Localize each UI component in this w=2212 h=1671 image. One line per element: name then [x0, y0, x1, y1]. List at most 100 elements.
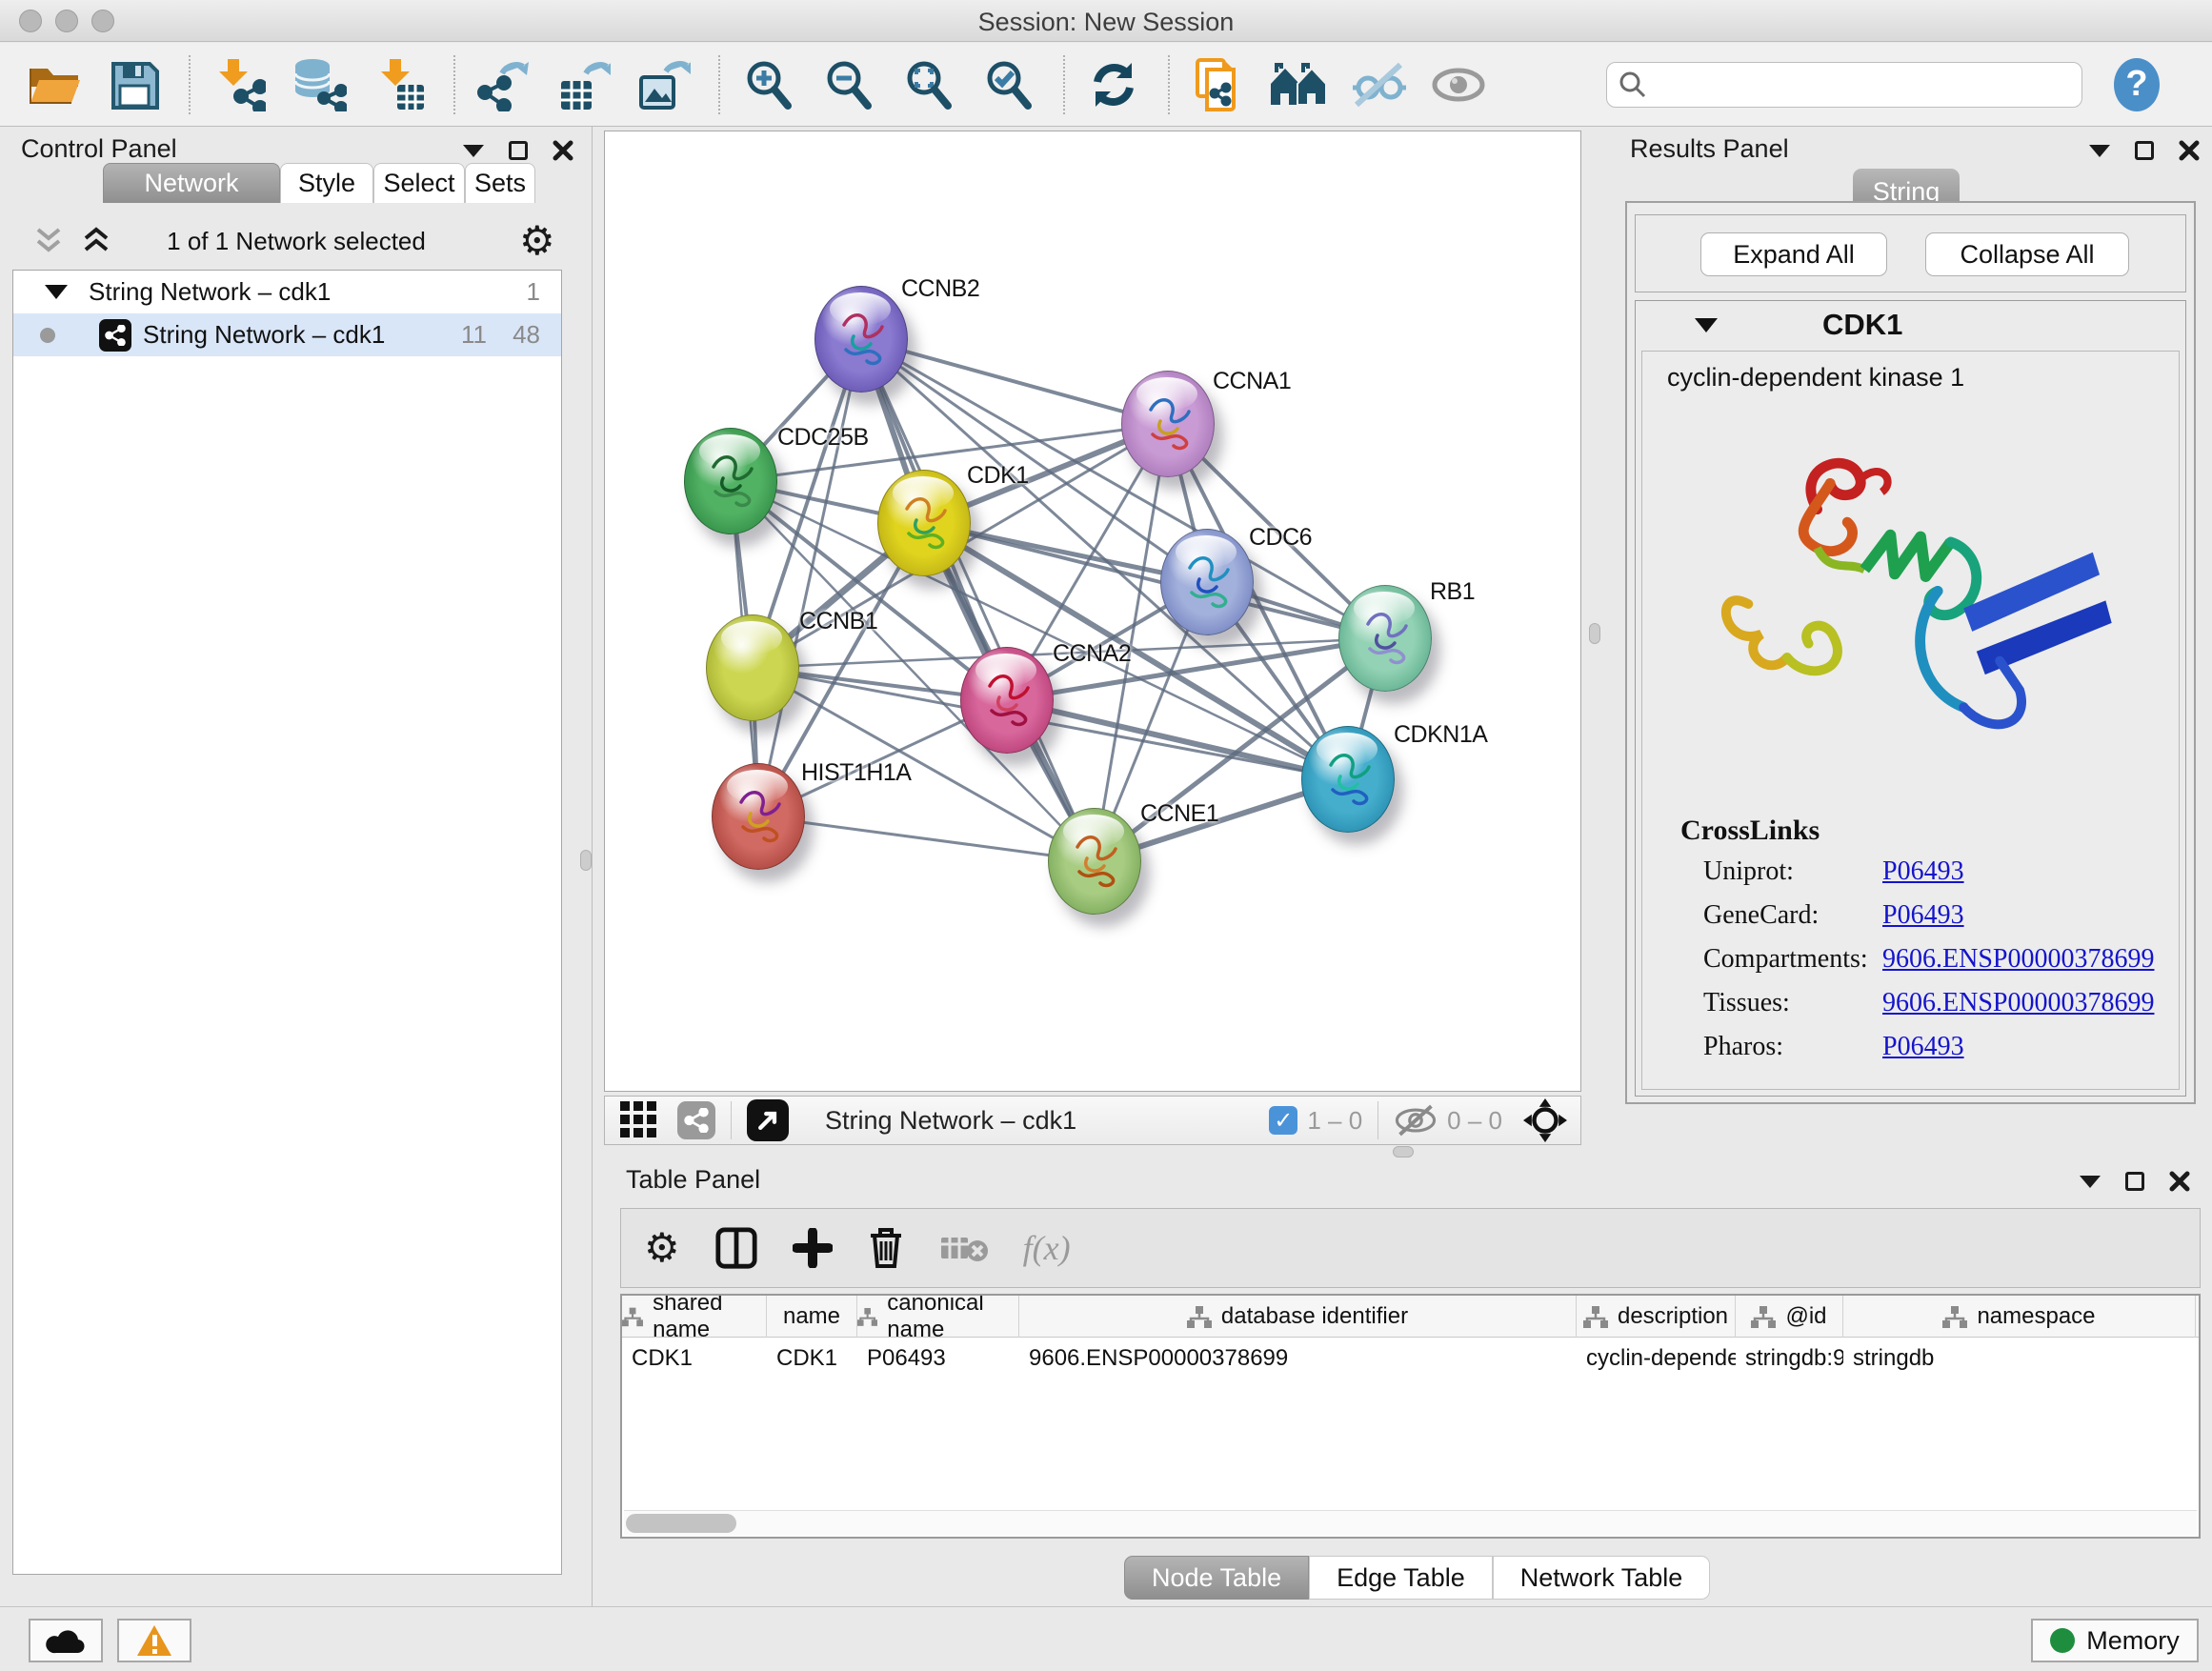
results-panel-title: Results Panel — [1630, 134, 1789, 164]
panel-menu-icon[interactable] — [2089, 145, 2110, 157]
cell-name[interactable]: CDK1 — [767, 1338, 857, 1379]
toggle-glass-effect-button[interactable] — [1349, 55, 1408, 114]
expand-all-button[interactable]: Expand All — [1700, 232, 1887, 276]
zoom-selected-button[interactable] — [979, 55, 1038, 114]
cell-database-identifier[interactable]: 9606.ENSP00000378699 — [1019, 1338, 1577, 1379]
collapse-all-button[interactable]: Collapse All — [1925, 232, 2129, 276]
float-panel-icon[interactable] — [2125, 1172, 2144, 1191]
column-header-canonical-name[interactable]: canonical name — [857, 1296, 1019, 1338]
save-session-button[interactable] — [105, 55, 164, 114]
network-node-CCNA1[interactable] — [1121, 371, 1215, 477]
network-node-CCNB1[interactable] — [706, 614, 799, 721]
close-panel-icon[interactable] — [553, 140, 573, 161]
edge-CCNB2-HIST1H1A[interactable] — [758, 339, 861, 816]
column-header--id[interactable]: @id — [1736, 1296, 1843, 1338]
network-canvas[interactable]: CCNB2CCNA1CDC25BCDK1CDC6RB1CCNB1CCNA2CDK… — [604, 131, 1581, 1092]
tab-node-table[interactable]: Node Table — [1124, 1556, 1309, 1600]
export-network-button[interactable] — [474, 55, 533, 114]
gear-icon[interactable]: ⚙ — [519, 221, 555, 261]
toggle-labels-button[interactable] — [1429, 55, 1488, 114]
close-panel-icon[interactable] — [2179, 140, 2200, 161]
crosslink-link[interactable]: P06493 — [1882, 900, 1964, 931]
column-header-database-identifier[interactable]: database identifier — [1019, 1296, 1577, 1338]
search-input[interactable] — [1655, 69, 2070, 100]
crosslink-link[interactable]: P06493 — [1882, 856, 1964, 887]
grid-view-icon[interactable] — [618, 1099, 660, 1141]
cell--id[interactable]: stringdb:9... — [1736, 1338, 1843, 1379]
add-column-icon[interactable] — [793, 1228, 833, 1268]
network-node-CDKN1A[interactable] — [1301, 726, 1395, 833]
warning-status-button[interactable] — [117, 1619, 191, 1662]
cell-canonical-name[interactable]: P06493 — [857, 1338, 1019, 1379]
zoom-out-button[interactable] — [819, 55, 878, 114]
cell-shared-name[interactable]: CDK1 — [622, 1338, 767, 1379]
network-node-CCNA2[interactable] — [960, 647, 1054, 754]
network-node-RB1[interactable] — [1338, 585, 1432, 692]
table-row[interactable]: CDK1CDK1P064939606.ENSP00000378699cyclin… — [622, 1338, 2199, 1379]
tab-select[interactable]: Select — [373, 163, 465, 203]
edge-CDK1-RB1[interactable] — [924, 523, 1385, 638]
network-node-CCNE1[interactable] — [1048, 808, 1141, 915]
tab-edge-table[interactable]: Edge Table — [1309, 1556, 1493, 1600]
network-node-CCNB2[interactable] — [814, 286, 908, 393]
string-home-button[interactable] — [1269, 55, 1328, 114]
crosslink-link[interactable]: 9606.ENSP00000378699 — [1882, 988, 2154, 1018]
column-header-name[interactable]: name — [767, 1296, 857, 1338]
show-columns-icon[interactable] — [714, 1226, 758, 1270]
gene-section-header[interactable]: CDK1 — [1636, 301, 2185, 349]
close-panel-icon[interactable] — [2169, 1171, 2190, 1192]
float-panel-icon[interactable] — [2135, 141, 2154, 160]
tab-network[interactable]: Network — [103, 163, 280, 203]
panel-menu-icon[interactable] — [2080, 1176, 2101, 1188]
network-node-CDC25B[interactable] — [684, 428, 777, 534]
crosshair-icon[interactable] — [1523, 1098, 1567, 1142]
cloud-status-button[interactable] — [29, 1619, 103, 1662]
zoom-fit-button[interactable] — [899, 55, 958, 114]
network-collection-row[interactable]: String Network – cdk1 1 — [13, 271, 561, 313]
selected-checkbox-icon[interactable]: ✓ — [1269, 1106, 1297, 1135]
tree-expand-icon[interactable] — [45, 285, 68, 299]
splitter-handle-right[interactable] — [1589, 623, 1600, 644]
open-session-button[interactable] — [25, 55, 84, 114]
delete-column-icon[interactable] — [867, 1226, 905, 1270]
crosslink-link[interactable]: 9606.ENSP00000378699 — [1882, 944, 2154, 975]
tab-style[interactable]: Style — [280, 163, 373, 203]
edge-HIST1H1A-CCNE1[interactable] — [758, 816, 1095, 861]
network-node-HIST1H1A[interactable] — [712, 763, 805, 870]
refresh-button[interactable] — [1084, 55, 1143, 114]
splitter-handle-left[interactable] — [580, 850, 592, 871]
tab-sets[interactable]: Sets — [465, 163, 535, 203]
export-table-button[interactable] — [554, 55, 613, 114]
network-node-CDK1[interactable] — [877, 470, 971, 576]
network-row[interactable]: String Network – cdk1 11 48 — [13, 313, 561, 356]
import-table-button[interactable] — [370, 55, 429, 114]
column-header-shared-name[interactable]: shared name — [622, 1296, 767, 1338]
export-image-button[interactable] — [634, 55, 694, 114]
column-header-namespace[interactable]: namespace — [1843, 1296, 2196, 1338]
collapse-section-icon[interactable] — [1695, 318, 1718, 332]
table-settings-gear-icon[interactable]: ⚙ — [644, 1228, 680, 1268]
import-network-file-button[interactable] — [210, 55, 269, 114]
network-node-CDC6[interactable] — [1160, 529, 1254, 635]
zoom-in-button[interactable] — [739, 55, 798, 114]
string-results-box: Expand All Collapse All CDK1 cyclin-depe… — [1625, 201, 2196, 1104]
splitter-handle-bottom[interactable] — [1393, 1146, 1414, 1158]
duplicate-network-button[interactable] — [1189, 55, 1248, 114]
tab-network-table[interactable]: Network Table — [1493, 1556, 1711, 1600]
edge-CCNA2-CDKN1A[interactable] — [1007, 700, 1348, 779]
node-table[interactable]: shared namenamecanonical namedatabase id… — [620, 1294, 2201, 1539]
cell-description[interactable]: cyclin-dependent ... — [1577, 1338, 1736, 1379]
help-button[interactable]: ? — [2107, 55, 2166, 114]
open-in-window-icon[interactable] — [747, 1099, 789, 1141]
horizontal-scrollbar[interactable] — [624, 1510, 2197, 1535]
panel-menu-icon[interactable] — [463, 145, 484, 157]
network-badge-icon[interactable] — [677, 1101, 715, 1139]
memory-button[interactable]: Memory — [2031, 1619, 2199, 1662]
float-panel-icon[interactable] — [509, 141, 528, 160]
column-header-description[interactable]: description — [1577, 1296, 1736, 1338]
scrollbar-thumb[interactable] — [626, 1514, 736, 1533]
hidden-eye-slash-icon[interactable] — [1394, 1103, 1438, 1137]
cell-namespace[interactable]: stringdb — [1843, 1338, 2196, 1379]
crosslink-link[interactable]: P06493 — [1882, 1032, 1964, 1062]
import-network-database-button[interactable] — [290, 55, 349, 114]
